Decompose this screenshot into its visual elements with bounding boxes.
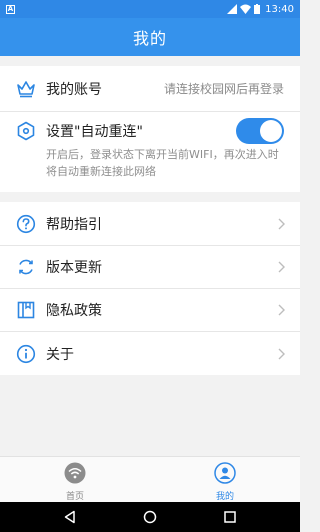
account-label: 我的账号: [46, 81, 102, 98]
account-value: 请连接校园网后再登录: [163, 82, 284, 96]
recents-icon[interactable]: [223, 510, 237, 524]
menu-item-label: 版本更新: [46, 260, 102, 276]
auto-reconnect-description: 开启后，登录状态下离开当前WIFI，再次进入时将自动重新连接此网络: [46, 148, 279, 178]
chevron-right-icon: [278, 261, 285, 273]
notification-icon: A: [6, 4, 15, 14]
menu-item-label: 关于: [46, 346, 74, 363]
hexagon-settings-icon: [17, 121, 35, 141]
account-row[interactable]: 我的账号 请连接校园网后再登录: [0, 66, 300, 111]
tab-label: 我的: [215, 492, 234, 502]
menu-section: 帮助指引 版本更新 隐私政策 关于: [0, 202, 300, 375]
crown-icon: [17, 80, 35, 97]
menu-item-about[interactable]: 关于: [0, 332, 300, 375]
wifi-icon: [64, 462, 86, 484]
user-icon: [214, 462, 236, 484]
auto-reconnect-toggle[interactable]: [236, 118, 284, 144]
battery-icon: [254, 4, 261, 14]
chevron-right-icon: [278, 218, 285, 229]
home-icon[interactable]: [143, 510, 157, 524]
auto-reconnect-label: 设置"自动重连": [46, 124, 143, 140]
info-icon: [16, 344, 36, 363]
menu-item-update[interactable]: 版本更新: [0, 246, 300, 288]
toggle-knob: [260, 120, 282, 142]
status-bar: A 13:40: [0, 0, 300, 18]
menu-item-help[interactable]: 帮助指引: [0, 202, 300, 245]
tab-mine[interactable]: 我的: [150, 457, 300, 503]
refresh-icon: [19, 259, 33, 275]
menu-item-label: 帮助指引: [46, 216, 102, 233]
signal-icon: [227, 4, 238, 14]
clock: 13:40: [265, 3, 294, 15]
page-title: 我的: [132, 29, 167, 48]
tab-label: 首页: [65, 492, 84, 502]
tab-home[interactable]: 首页: [0, 457, 150, 503]
app-bar: 我的: [0, 18, 300, 56]
menu-item-label: 隐私政策: [46, 303, 102, 319]
auto-reconnect-row: 设置"自动重连": [0, 112, 300, 150]
book-icon: [17, 301, 35, 319]
bottom-tab-bar: 首页 我的: [0, 456, 300, 502]
back-icon[interactable]: [63, 510, 77, 524]
account-section: 我的账号 请连接校园网后再登录 设置"自动重连" 开启后，登录状态下离开当前WI…: [0, 66, 300, 192]
system-nav-bar: [0, 502, 300, 532]
menu-item-privacy[interactable]: 隐私政策: [0, 289, 300, 331]
chevron-right-icon: [278, 304, 285, 316]
question-icon: [16, 214, 36, 233]
wifi-status-icon: [240, 4, 252, 14]
chevron-right-icon: [278, 348, 285, 359]
